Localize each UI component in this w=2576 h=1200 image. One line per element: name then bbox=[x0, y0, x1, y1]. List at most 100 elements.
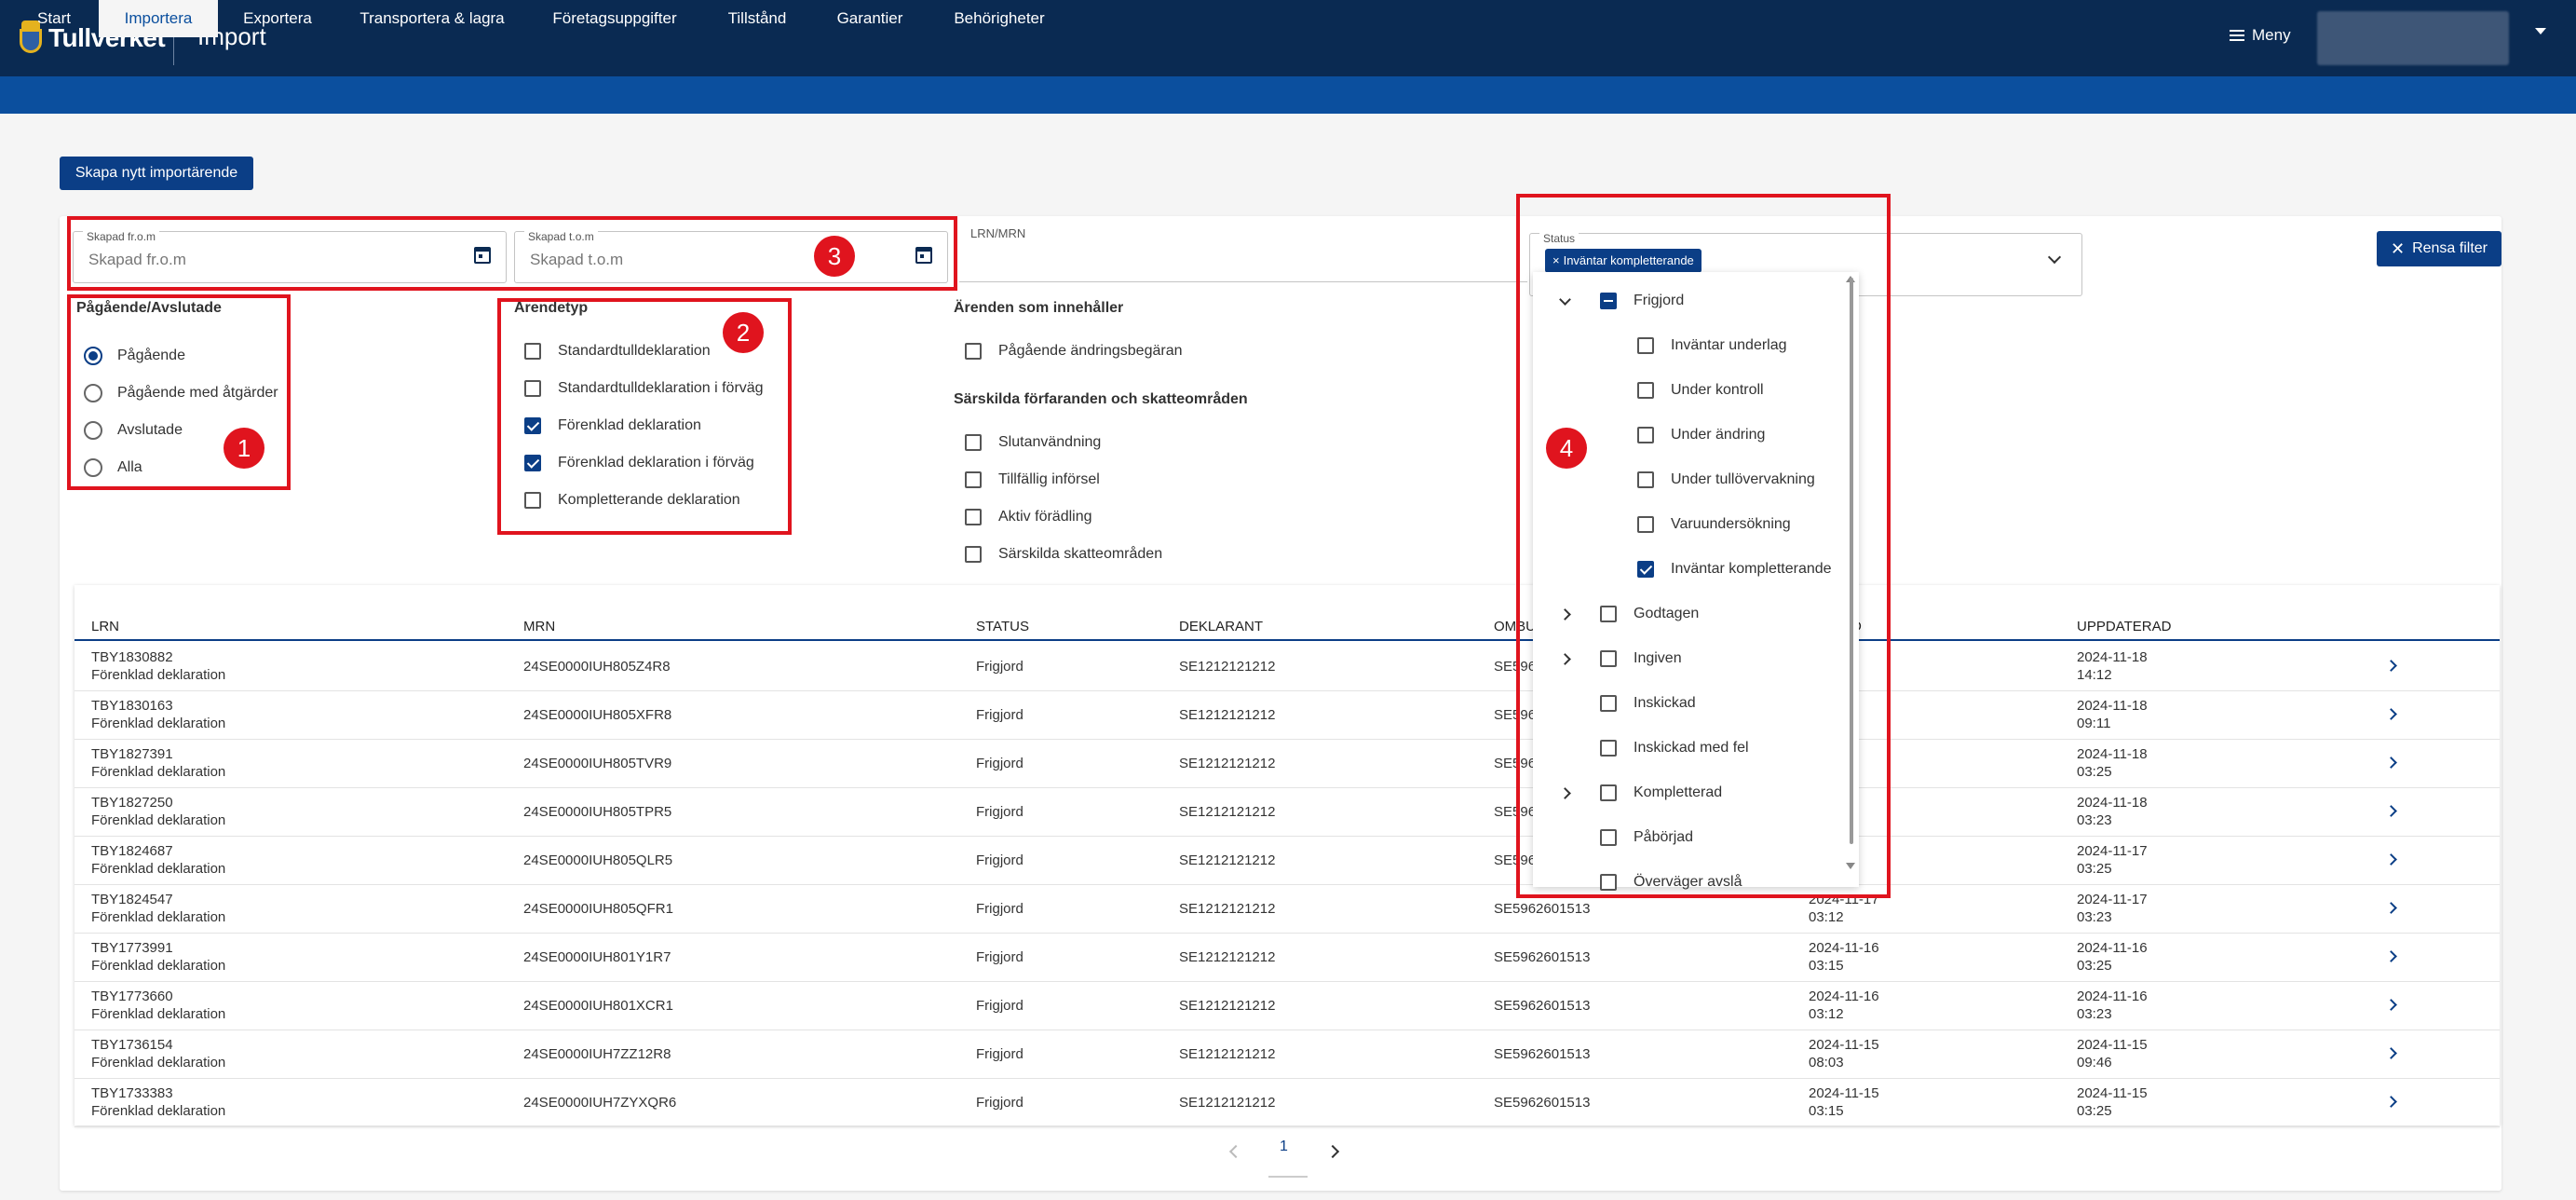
user-account-box[interactable] bbox=[2317, 11, 2509, 65]
table-cell: TBY1830163 Förenklad deklaration bbox=[91, 697, 225, 732]
table-cell: SE1212121212 bbox=[1179, 658, 1275, 675]
cell-type: Förenklad deklaration bbox=[91, 958, 226, 974]
checkbox[interactable] bbox=[965, 509, 982, 525]
clear-filter-label: Rensa filter bbox=[2412, 240, 2488, 256]
tab-transportera-lagra[interactable]: Transportera & lagra bbox=[352, 0, 512, 37]
cell-status: Frigjord bbox=[976, 804, 1024, 820]
checkbox-sarskilda-skatteomraden[interactable]: Särskilda skatteområden bbox=[965, 546, 1162, 563]
cell-lrn: TBY1824547 bbox=[91, 892, 173, 907]
table-cell: SE1212121212 bbox=[1179, 1045, 1275, 1063]
chevron-right-icon[interactable] bbox=[2385, 853, 2397, 866]
chevron-right-icon[interactable] bbox=[2385, 757, 2397, 769]
chevron-down-icon[interactable] bbox=[2047, 250, 2062, 265]
cell-updated-time: 14:12 bbox=[2077, 667, 2112, 683]
column-header-deklarant[interactable]: DEKLARANT bbox=[1179, 619, 1263, 634]
column-header-mrn[interactable]: MRN bbox=[523, 619, 555, 634]
annotation-badge-4: 4 bbox=[1546, 428, 1587, 469]
chevron-right-icon[interactable] bbox=[2385, 1047, 2397, 1059]
cell-deklarant: SE1212121212 bbox=[1179, 852, 1276, 868]
column-header-lrn[interactable]: LRN bbox=[91, 619, 119, 634]
table-cell: SE1212121212 bbox=[1179, 706, 1275, 724]
tab-tillstand[interactable]: Tillstånd bbox=[719, 0, 795, 37]
tab-importera[interactable]: Importera bbox=[99, 0, 218, 37]
table-cell: TBY1773660 Förenklad deklaration bbox=[91, 988, 225, 1023]
chevron-right-icon[interactable] bbox=[2385, 1096, 2397, 1108]
special-title: Särskilda förfaranden och skatteområden bbox=[954, 391, 1248, 407]
checkbox-tillfallig-inforsel[interactable]: Tillfällig införsel bbox=[965, 471, 1100, 488]
chevron-right-icon[interactable] bbox=[2385, 805, 2397, 817]
lrn-mrn-input[interactable] bbox=[959, 281, 1527, 282]
chevron-right-icon[interactable] bbox=[2385, 902, 2397, 914]
cell-status: Frigjord bbox=[976, 756, 1024, 771]
table-cell: 2024-11-18 14:12 bbox=[2077, 648, 2148, 684]
table-cell: TBY1733383 Förenklad deklaration bbox=[91, 1084, 225, 1120]
table-cell: 2024-11-16 03:15 bbox=[1809, 939, 1879, 975]
chevron-right-icon[interactable] bbox=[2385, 999, 2397, 1011]
clear-filter-button[interactable]: ✕ Rensa filter bbox=[2377, 231, 2501, 266]
checkbox[interactable] bbox=[965, 343, 982, 360]
column-header-uppdaterad[interactable]: UPPDATERAD bbox=[2077, 619, 2171, 634]
cell-status: Frigjord bbox=[976, 949, 1024, 965]
chevron-right-icon[interactable] bbox=[2385, 708, 2397, 720]
cell-ombud: SE5962601513 bbox=[1494, 901, 1591, 917]
table-row[interactable]: TBY1824687 Förenklad deklaration 24SE0000I… bbox=[75, 837, 2500, 885]
cell-mrn: 24SE0000IUH7ZZ12R8 bbox=[523, 1046, 671, 1062]
table-row[interactable]: TBY1824547 Förenklad deklaration 24SE0000I… bbox=[75, 885, 2500, 934]
checkbox[interactable] bbox=[965, 434, 982, 451]
cell-lrn: TBY1773991 bbox=[91, 940, 173, 956]
tab-start[interactable]: Start bbox=[24, 0, 84, 37]
cell-updated-date: 2024-11-17 bbox=[2077, 843, 2148, 859]
cell-type: Förenklad deklaration bbox=[91, 1006, 226, 1022]
table-cell: TBY1824687 Förenklad deklaration bbox=[91, 842, 225, 878]
tab-behorigheter[interactable]: Behörigheter bbox=[942, 0, 1056, 37]
table-row[interactable]: TBY1773991 Förenklad deklaration 24SE0000I… bbox=[75, 934, 2500, 982]
table-row[interactable]: TBY1733383 Förenklad deklaration 24SE0000I… bbox=[75, 1079, 2500, 1127]
table-cell: 24SE0000IUH805QFR1 bbox=[523, 900, 673, 918]
table-cell: 2024-11-15 03:25 bbox=[2077, 1084, 2148, 1120]
table-cell: Frigjord bbox=[976, 1045, 1024, 1063]
cell-updated-time: 09:46 bbox=[2077, 1055, 2112, 1070]
table-row[interactable]: TBY1827391 Förenklad deklaration 24SE0000I… bbox=[75, 740, 2500, 788]
annotation-box-4 bbox=[1516, 194, 1891, 898]
chevron-right-icon[interactable] bbox=[2385, 950, 2397, 962]
cell-ombud: SE5962601513 bbox=[1494, 1095, 1591, 1111]
cell-updated-date: 2024-11-18 bbox=[2077, 746, 2148, 762]
cell-mrn: 24SE0000IUH805TVR9 bbox=[523, 756, 672, 771]
checkbox-pagaende-andringsbegaran[interactable]: Pågående ändringsbegäran bbox=[965, 343, 1183, 360]
cell-type: Förenklad deklaration bbox=[91, 1103, 226, 1119]
table-row[interactable]: TBY1736154 Förenklad deklaration 24SE0000I… bbox=[75, 1030, 2500, 1079]
checkbox[interactable] bbox=[965, 546, 982, 563]
tab-exportera[interactable]: Exportera bbox=[233, 0, 322, 37]
cell-lrn: TBY1830882 bbox=[91, 649, 173, 665]
cell-type: Förenklad deklaration bbox=[91, 1055, 226, 1070]
menu-button[interactable]: Meny bbox=[2230, 26, 2291, 45]
checkbox-label: Aktiv förädling bbox=[998, 509, 1092, 525]
table-cell: 2024-11-16 03:23 bbox=[2077, 988, 2148, 1023]
checkbox[interactable] bbox=[965, 471, 982, 488]
cell-ombud: SE5962601513 bbox=[1494, 998, 1591, 1014]
table-row[interactable]: TBY1827250 Förenklad deklaration 24SE0000I… bbox=[75, 788, 2500, 837]
cell-deklarant: SE1212121212 bbox=[1179, 756, 1276, 771]
create-import-case-button[interactable]: Skapa nytt importärende bbox=[60, 157, 253, 190]
table-row[interactable]: TBY1830882 Förenklad deklaration 24SE0000I… bbox=[75, 643, 2500, 691]
table-cell: 24SE0000IUH805TVR9 bbox=[523, 755, 671, 772]
table-row[interactable]: TBY1773660 Förenklad deklaration 24SE0000I… bbox=[75, 982, 2500, 1030]
tab-foretagsuppgifter[interactable]: Företagsuppgifter bbox=[542, 0, 687, 37]
main-navigation bbox=[0, 76, 2576, 114]
cell-status: Frigjord bbox=[976, 707, 1024, 723]
cell-status: Frigjord bbox=[976, 659, 1024, 675]
table-cell: 24SE0000IUH805QLR5 bbox=[523, 852, 672, 869]
table-cell: Frigjord bbox=[976, 803, 1024, 821]
cell-deklarant: SE1212121212 bbox=[1179, 659, 1276, 675]
page-number[interactable]: 1 bbox=[1280, 1139, 1288, 1155]
column-header-status[interactable]: STATUS bbox=[976, 619, 1029, 634]
chevron-right-icon[interactable] bbox=[2385, 660, 2397, 672]
checkbox-aktiv-foradling[interactable]: Aktiv förädling bbox=[965, 509, 1092, 525]
user-dropdown-icon[interactable] bbox=[2535, 28, 2546, 34]
table-row[interactable]: TBY1830163 Förenklad deklaration 24SE0000I… bbox=[75, 691, 2500, 740]
table-cell: SE5962601513 bbox=[1494, 1045, 1590, 1063]
checkbox-slutanvandning[interactable]: Slutanvändning bbox=[965, 434, 1101, 451]
cell-updated-date: 2024-11-16 bbox=[2077, 940, 2148, 956]
tab-garantier[interactable]: Garantier bbox=[827, 0, 913, 37]
table-cell: TBY1827250 Förenklad deklaration bbox=[91, 794, 225, 829]
